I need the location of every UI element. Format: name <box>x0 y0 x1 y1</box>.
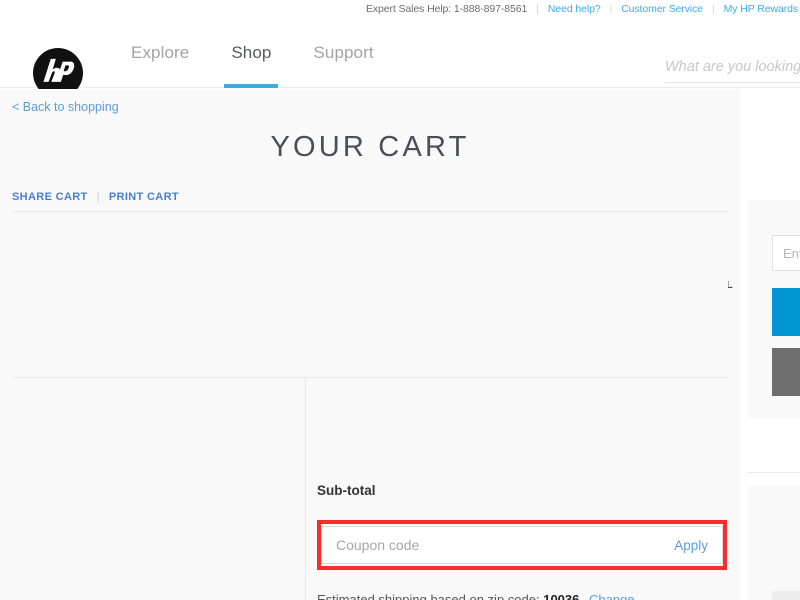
cart-actions-separator: | <box>96 191 100 203</box>
nav-item-explore[interactable]: Explore <box>124 18 196 88</box>
change-zip-link[interactable]: Change <box>589 592 635 600</box>
utility-separator-1: | <box>536 3 539 15</box>
my-hp-rewards-link[interactable]: My HP Rewards <box>724 3 798 15</box>
rail-thumbnail <box>772 591 800 600</box>
coupon-section: Apply <box>317 520 727 570</box>
customer-service-link[interactable]: Customer Service <box>621 3 703 15</box>
subtotal-label: Sub-total <box>317 483 376 498</box>
nav-item-support[interactable]: Support <box>306 18 380 88</box>
utility-bar: Expert Sales Help: 1-888-897-8561 | Need… <box>0 0 800 18</box>
nav-item-shop[interactable]: Shop <box>224 18 279 88</box>
cart-content: < Back to shopping YOUR CART SHARE CART … <box>0 89 740 600</box>
nav-items: Explore Shop Support <box>124 18 381 88</box>
rail-divider <box>748 472 800 473</box>
rail-primary-button[interactable] <box>772 288 800 336</box>
print-cart-link[interactable]: PRINT CART <box>109 191 179 203</box>
page-title: YOUR CART <box>270 131 470 163</box>
need-help-link[interactable]: Need help? <box>548 3 601 15</box>
rail-secondary-card <box>748 486 800 600</box>
right-rail <box>740 89 800 600</box>
rail-secondary-button[interactable] <box>772 348 800 396</box>
cart-items-area <box>12 212 728 377</box>
utility-separator-3: | <box>712 3 715 15</box>
coupon-field[interactable]: Apply <box>321 526 723 564</box>
main-navigation: Explore Shop Support <box>0 18 800 98</box>
estimated-shipping-line: Estimated shipping based on zip code: 10… <box>317 592 635 600</box>
cart-page: Expert Sales Help: 1-888-897-8561 | Need… <box>0 0 800 600</box>
search-container <box>665 58 800 83</box>
apply-coupon-button[interactable]: Apply <box>664 538 708 553</box>
utility-separator-2: | <box>609 3 613 15</box>
order-summary: Sub-total Apply Estimated shipping based… <box>305 378 730 600</box>
share-cart-link[interactable]: SHARE CART <box>12 191 88 203</box>
rail-text-input[interactable] <box>772 235 800 271</box>
shipping-zip-code: 10036 <box>543 592 580 600</box>
expert-sales-phone: Expert Sales Help: 1-888-897-8561 <box>365 3 528 15</box>
cart-actions: SHARE CART | PRINT CART <box>12 191 179 203</box>
back-to-shopping-link[interactable]: < Back to shopping <box>12 100 119 114</box>
coupon-code-input[interactable] <box>336 537 665 553</box>
shipping-prefix-text: Estimated shipping based on zip code: <box>317 592 540 600</box>
search-input[interactable] <box>665 59 800 83</box>
